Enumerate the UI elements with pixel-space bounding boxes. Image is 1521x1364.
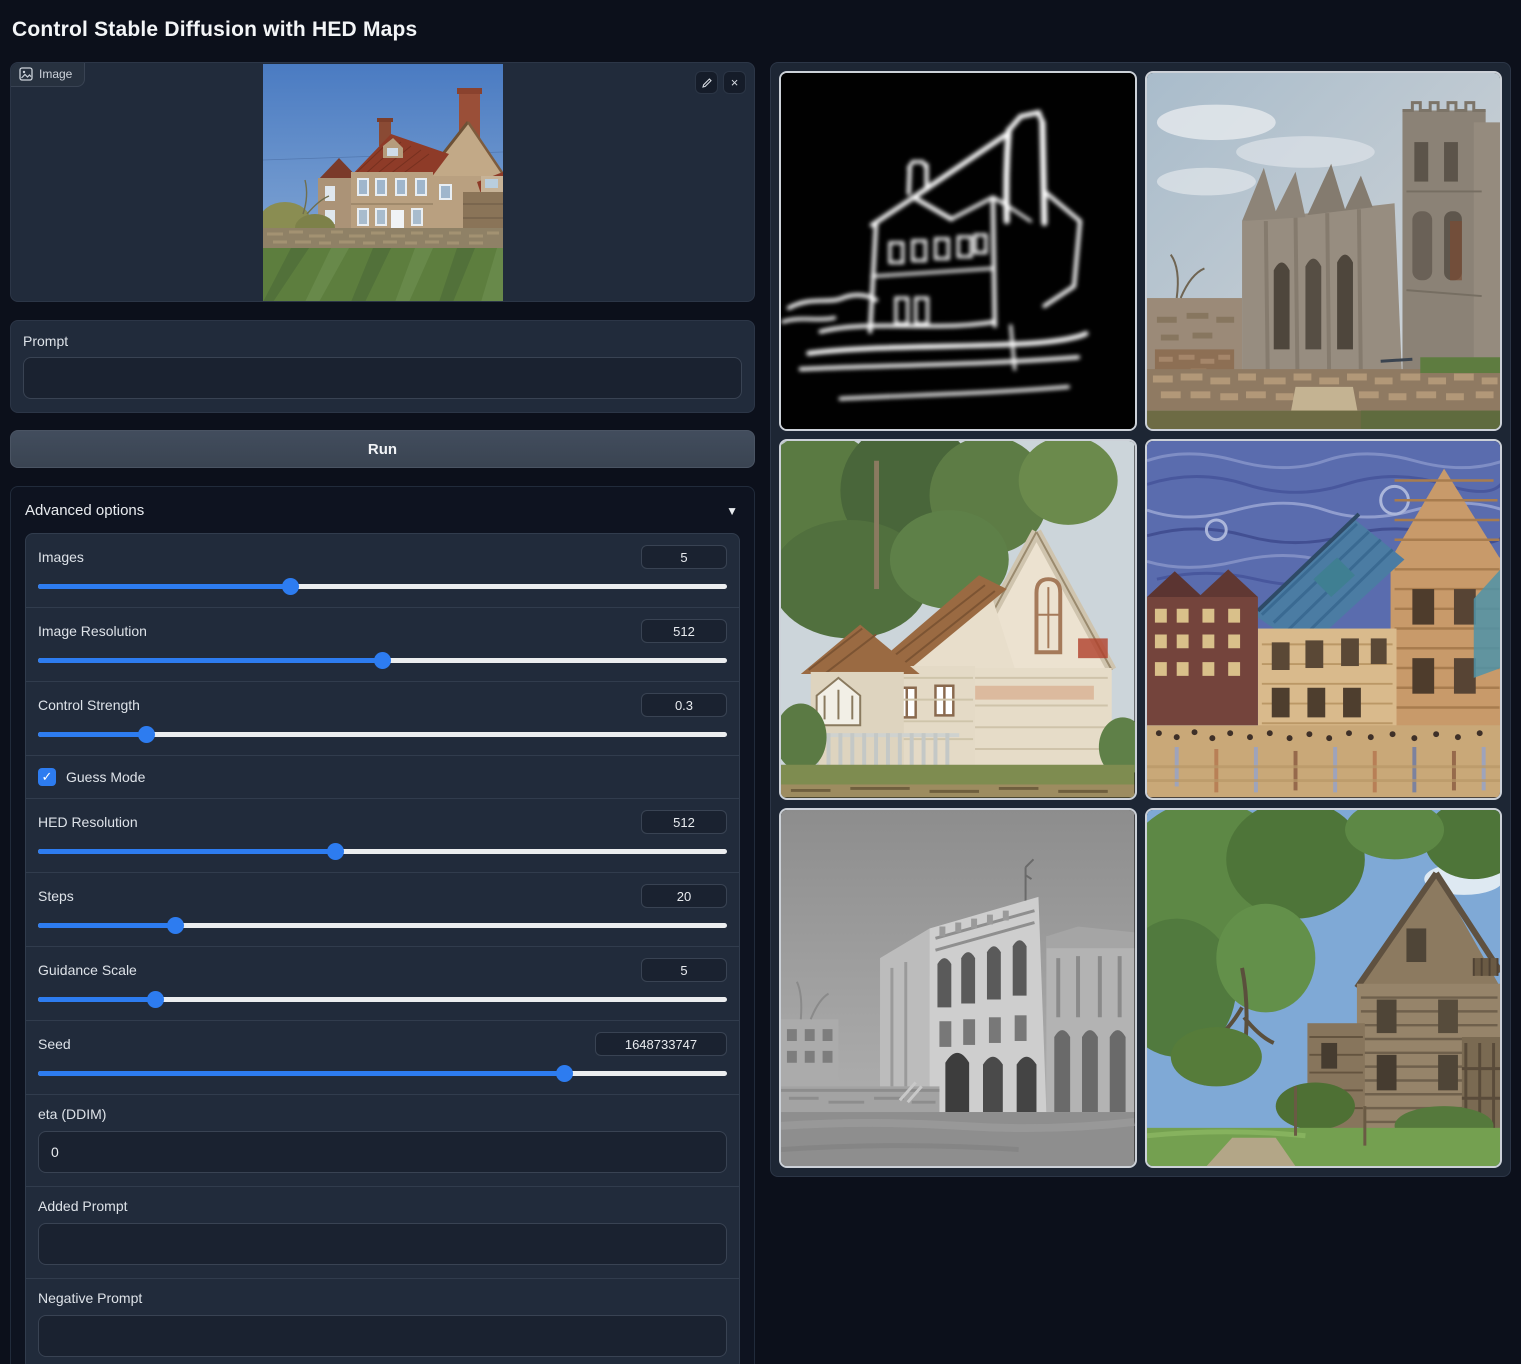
gallery-item-bw-building[interactable] xyxy=(779,808,1137,1168)
clear-image-button[interactable]: × xyxy=(723,71,746,94)
seed-number-input[interactable] xyxy=(595,1032,727,1056)
prompt-label: Prompt xyxy=(23,333,742,349)
app: Control Stable Diffusion with HED Maps I… xyxy=(0,0,1521,1364)
guess-mode-label: Guess Mode xyxy=(66,769,145,785)
control-strength-number-input[interactable] xyxy=(641,693,727,717)
slider-thumb[interactable] xyxy=(282,578,299,595)
edit-image-button[interactable] xyxy=(695,71,718,94)
eta-input[interactable] xyxy=(38,1131,727,1173)
uploaded-image[interactable] xyxy=(263,64,503,302)
negative-prompt-row: Negative Prompt xyxy=(26,1279,739,1364)
image-icon xyxy=(19,67,33,81)
slider-thumb[interactable] xyxy=(327,843,344,860)
hed-resolution-number-input[interactable] xyxy=(641,810,727,834)
impressionist-picture xyxy=(1147,441,1501,797)
image-component-label: Image xyxy=(11,63,85,87)
hed-resolution-slider-row: HED Resolution xyxy=(26,799,739,873)
rustic-house-picture xyxy=(1147,810,1501,1166)
controls-column: Image × xyxy=(10,62,755,1364)
seed-slider[interactable] xyxy=(38,1065,727,1081)
prompt-input[interactable] xyxy=(23,357,742,399)
check-icon: ✓ xyxy=(42,769,53,785)
advanced-options-header[interactable]: Advanced options ▼ xyxy=(11,487,754,533)
control-strength-slider-row: Control Strength xyxy=(26,682,739,756)
slider-thumb[interactable] xyxy=(147,991,164,1008)
gallery-item-impressionist[interactable] xyxy=(1145,439,1503,799)
uploaded-image-picture xyxy=(263,64,503,302)
steps-slider[interactable] xyxy=(38,917,727,933)
gallery-item-cream-house[interactable] xyxy=(779,439,1137,799)
gallery-item-hed-map[interactable] xyxy=(779,71,1137,431)
guidance-scale-slider-row: Guidance Scale xyxy=(26,947,739,1021)
negative-prompt-input[interactable] xyxy=(38,1315,727,1357)
prompt-block: Prompt xyxy=(10,320,755,413)
hed-resolution-slider[interactable] xyxy=(38,843,727,859)
image-resolution-slider[interactable] xyxy=(38,652,727,668)
slider-thumb[interactable] xyxy=(167,917,184,934)
chevron-down-icon: ▼ xyxy=(726,504,738,518)
bw-building-picture xyxy=(781,810,1135,1166)
result-gallery xyxy=(770,62,1511,1177)
page-title: Control Stable Diffusion with HED Maps xyxy=(10,10,1511,62)
steps-number-input[interactable] xyxy=(641,884,727,908)
cream-house-picture xyxy=(781,441,1135,797)
cathedral-picture xyxy=(1147,73,1501,429)
run-button[interactable]: Run xyxy=(10,430,755,468)
advanced-options-accordion: Advanced options ▼ Images Image Resoluti… xyxy=(10,486,755,1364)
image-resolution-number-input[interactable] xyxy=(641,619,727,643)
images-slider-row: Images xyxy=(26,534,739,608)
guess-mode-checkbox[interactable]: ✓ xyxy=(38,768,56,786)
seed-slider-row: Seed xyxy=(26,1021,739,1095)
slider-thumb[interactable] xyxy=(374,652,391,669)
gallery-item-cathedral[interactable] xyxy=(1145,71,1503,431)
image-input-component[interactable]: Image × xyxy=(10,62,755,302)
image-resolution-slider-row: Image Resolution xyxy=(26,608,739,682)
hed-map-picture xyxy=(781,73,1135,429)
guidance-scale-number-input[interactable] xyxy=(641,958,727,982)
advanced-options-form: Images Image Resolution xyxy=(25,533,740,1364)
slider-thumb[interactable] xyxy=(138,726,155,743)
images-number-input[interactable] xyxy=(641,545,727,569)
eta-row: eta (DDIM) xyxy=(26,1095,739,1187)
added-prompt-input[interactable] xyxy=(38,1223,727,1265)
gallery-item-rustic-house[interactable] xyxy=(1145,808,1503,1168)
guess-mode-row: ✓ Guess Mode xyxy=(26,756,739,799)
close-icon: × xyxy=(731,75,739,90)
control-strength-slider[interactable] xyxy=(38,726,727,742)
steps-slider-row: Steps xyxy=(26,873,739,947)
added-prompt-row: Added Prompt xyxy=(26,1187,739,1279)
slider-thumb[interactable] xyxy=(556,1065,573,1082)
guidance-scale-slider[interactable] xyxy=(38,991,727,1007)
pencil-icon xyxy=(701,77,713,89)
images-slider[interactable] xyxy=(38,578,727,594)
